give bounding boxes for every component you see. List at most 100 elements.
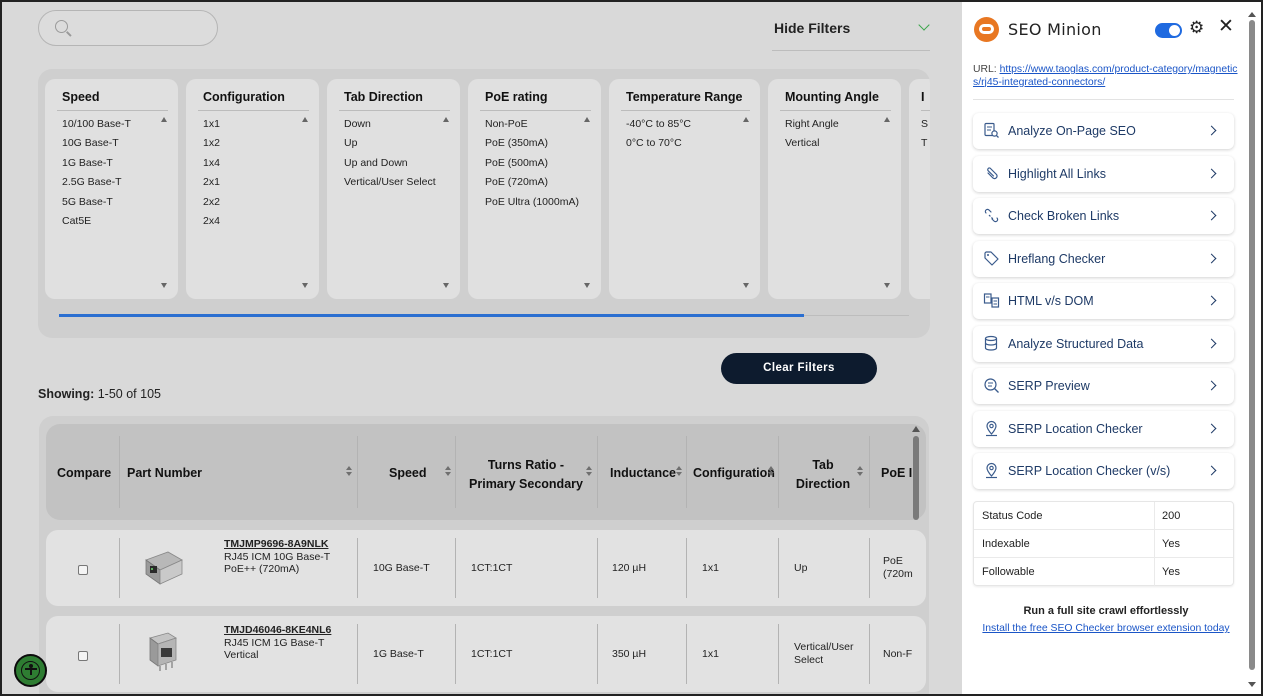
filter-option[interactable]: 2x2	[203, 196, 220, 215]
filter-option[interactable]: 10/100 Base-T	[62, 118, 131, 137]
filter-option[interactable]: Non-PoE	[485, 118, 579, 137]
header-part-number[interactable]: Part Number	[127, 466, 202, 480]
header-poe[interactable]: PoE I	[881, 466, 912, 480]
scroll-up-arrow[interactable]	[1248, 12, 1256, 17]
scroll-down-arrow[interactable]	[443, 283, 449, 288]
sort-icon[interactable]	[346, 466, 353, 478]
menu-item-analyze-on-page-seo[interactable]: Analyze On-Page SEO	[973, 113, 1234, 149]
install-extension-link[interactable]: Install the free SEO Checker browser ext…	[973, 623, 1239, 634]
hide-filters-label: Hide Filters	[774, 20, 851, 36]
panel-scrollbar[interactable]	[1248, 12, 1256, 688]
products-table: Compare Part Number Speed Turns Ratio - …	[39, 416, 929, 694]
sort-icon[interactable]	[445, 466, 452, 478]
scroll-up-arrow[interactable]	[443, 117, 449, 122]
seo-minion-logo-icon	[974, 17, 999, 42]
filter-option[interactable]: Vertical	[785, 137, 839, 156]
filter-option[interactable]: Up and Down	[344, 157, 436, 176]
menu-item-serp-location-checker-vs[interactable]: SERP Location Checker (v/s)	[973, 453, 1234, 489]
url-link[interactable]: https://www.taoglas.com/product-category…	[973, 64, 1238, 88]
close-icon[interactable]: ✕	[1218, 17, 1234, 36]
scroll-up-arrow[interactable]	[743, 117, 749, 122]
header-configuration[interactable]: Configuration	[693, 466, 775, 480]
scroll-down-arrow[interactable]	[161, 283, 167, 288]
filter-option[interactable]: PoE (500mA)	[485, 157, 579, 176]
scroll-up-arrow[interactable]	[912, 426, 920, 432]
filter-option[interactable]: 1x4	[203, 157, 220, 176]
filter-partial-column: I S T	[909, 79, 930, 299]
chevron-right-icon	[1206, 210, 1217, 221]
analyze-page-icon	[983, 122, 1000, 139]
header-speed[interactable]: Speed	[389, 466, 427, 480]
filter-option[interactable]: 1G Base-T	[62, 157, 131, 176]
part-number-link[interactable]: TMJD46046-8KE4NL6	[224, 624, 331, 637]
header-turns-ratio-line2: Primary Secondary	[469, 477, 583, 491]
filter-option[interactable]: 0°C to 70°C	[626, 137, 691, 156]
menu-item-serp-location-checker[interactable]: SERP Location Checker	[973, 411, 1234, 447]
menu-item-html-vs-dom[interactable]: HTML v/s DOM	[973, 283, 1234, 319]
cell-tab-direction: Vertical/User Select	[794, 641, 854, 667]
filter-option[interactable]: 5G Base-T	[62, 196, 131, 215]
filter-option[interactable]: Vertical/User Select	[344, 176, 436, 195]
sort-icon[interactable]	[768, 466, 775, 478]
scroll-down-arrow[interactable]	[743, 283, 749, 288]
filter-option[interactable]: PoE Ultra (1000mA)	[485, 196, 579, 215]
filter-option[interactable]: Down	[344, 118, 436, 137]
cell-poe-line2: (720m	[883, 568, 913, 580]
search-input[interactable]	[38, 10, 218, 46]
filters-scrollbar[interactable]	[59, 314, 804, 317]
compare-checkbox[interactable]	[78, 565, 88, 575]
filter-option[interactable]: 1x1	[203, 118, 220, 137]
clear-filters-button[interactable]: Clear Filters	[721, 353, 877, 384]
sort-icon[interactable]	[857, 466, 864, 478]
sort-icon[interactable]	[676, 466, 683, 478]
gear-icon[interactable]: ⚙	[1189, 19, 1204, 36]
filter-option[interactable]: Up	[344, 137, 436, 156]
cell-tab-direction: Up	[794, 562, 807, 575]
filter-option[interactable]: PoE (720mA)	[485, 176, 579, 195]
table-scrollbar[interactable]	[912, 426, 920, 694]
filter-option[interactable]: S	[921, 118, 928, 137]
filter-option[interactable]: 2x4	[203, 215, 220, 234]
chevron-right-icon	[1206, 465, 1217, 476]
enable-toggle[interactable]	[1155, 23, 1182, 38]
filter-option[interactable]: 10G Base-T	[62, 137, 131, 156]
scroll-up-arrow[interactable]	[584, 117, 590, 122]
header-turns-ratio[interactable]: Turns Ratio - Primary Secondary	[466, 456, 586, 494]
menu-item-highlight-all-links[interactable]: Highlight All Links	[973, 156, 1234, 192]
scroll-up-arrow[interactable]	[302, 117, 308, 122]
sort-icon[interactable]	[586, 466, 593, 478]
scroll-down-arrow[interactable]	[1248, 682, 1256, 687]
scroll-down-arrow[interactable]	[884, 283, 890, 288]
filter-option[interactable]: PoE (350mA)	[485, 137, 579, 156]
scrollbar-thumb[interactable]	[913, 436, 919, 520]
header-tab-direction[interactable]: Tab Direction	[789, 456, 857, 494]
filter-option[interactable]: 2.5G Base-T	[62, 176, 131, 195]
scroll-down-arrow[interactable]	[584, 283, 590, 288]
accessibility-icon[interactable]	[14, 654, 47, 687]
scroll-down-arrow[interactable]	[302, 283, 308, 288]
menu-item-serp-preview[interactable]: SERP Preview	[973, 368, 1234, 404]
menu-item-check-broken-links[interactable]: Check Broken Links	[973, 198, 1234, 234]
filter-option[interactable]: -40°C to 85°C	[626, 118, 691, 137]
menu-item-label: SERP Location Checker	[1008, 422, 1143, 436]
compare-checkbox[interactable]	[78, 651, 88, 661]
filter-temperature-range: Temperature Range -40°C to 85°C 0°C to 7…	[609, 79, 760, 299]
filter-option[interactable]: Cat5E	[62, 215, 131, 234]
chevron-down-icon	[918, 19, 930, 31]
status-key: Followable	[982, 566, 1035, 578]
filter-speed: Speed 10/100 Base-T 10G Base-T 1G Base-T…	[45, 79, 178, 299]
filter-option[interactable]: T	[921, 137, 928, 156]
header-inductance[interactable]: Inductance	[610, 466, 676, 480]
filter-option[interactable]: 2x1	[203, 176, 220, 195]
filter-option[interactable]: Right Angle	[785, 118, 839, 137]
filter-option[interactable]: 1x2	[203, 137, 220, 156]
scrollbar-thumb[interactable]	[1249, 20, 1255, 670]
scroll-up-arrow[interactable]	[884, 117, 890, 122]
part-number-link[interactable]: TMJMP9696-8A9NLK	[224, 538, 330, 551]
menu-item-hreflang-checker[interactable]: Hreflang Checker	[973, 241, 1234, 277]
hide-filters-toggle[interactable]: Hide Filters	[772, 19, 930, 51]
menu-item-analyze-structured-data[interactable]: Analyze Structured Data	[973, 326, 1234, 362]
seo-minion-panel: SEO Minion ⚙ ✕ URL: https://www.taoglas.…	[962, 0, 1263, 696]
scroll-up-arrow[interactable]	[161, 117, 167, 122]
filter-title: Speed	[62, 90, 100, 104]
